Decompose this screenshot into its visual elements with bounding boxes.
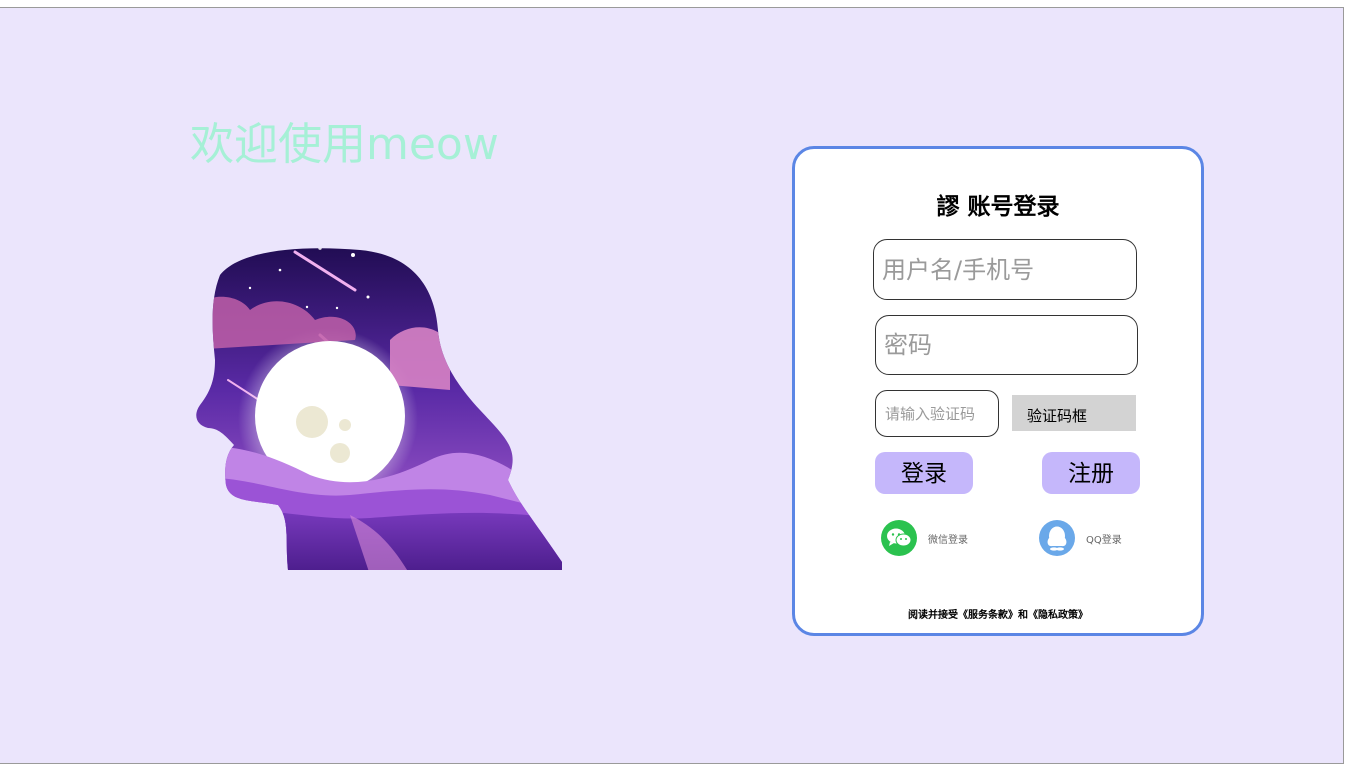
register-button[interactable]: 注册: [1042, 452, 1140, 494]
moon-night-head-illustration: [196, 248, 563, 570]
captcha-box[interactable]: 验证码框: [1012, 395, 1136, 431]
qq-login-link[interactable]: QQ登录: [1039, 520, 1122, 556]
page-background: 欢迎使用meow 謬 账号登录 用户名/手机号 请输入验证码 验证码框 登录 注…: [0, 7, 1344, 764]
qq-login-label: QQ登录: [1086, 534, 1122, 546]
username-input[interactable]: [873, 239, 1137, 300]
login-title: 謬 账号登录: [936, 194, 1060, 220]
wechat-icon[interactable]: [881, 520, 917, 556]
wechat-login-label: 微信登录: [928, 534, 968, 546]
password-input[interactable]: [875, 315, 1138, 375]
terms-agreement-link[interactable]: 阅读并接受《服务条款》和《隐私政策》: [795, 606, 1201, 621]
welcome-heading: 欢迎使用meow: [190, 119, 499, 170]
verification-code-input[interactable]: [875, 390, 999, 437]
login-button[interactable]: 登录: [875, 452, 973, 494]
qq-penguin-icon[interactable]: [1039, 520, 1075, 556]
login-card: 謬 账号登录 验证码框 登录 注册 微信登录: [792, 146, 1204, 636]
wechat-login-link[interactable]: 微信登录: [881, 520, 968, 556]
